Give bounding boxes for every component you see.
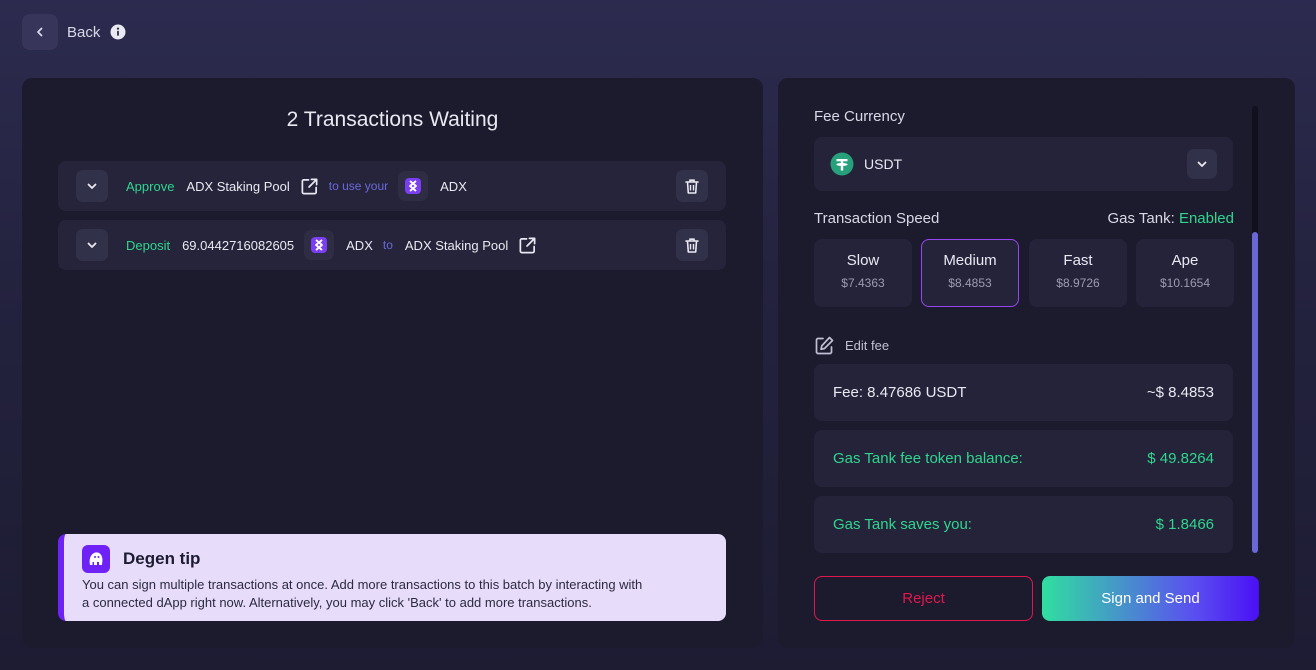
expand-button[interactable]	[76, 170, 108, 202]
chevron-left-icon	[37, 27, 43, 37]
gas-tank-enabled: Enabled	[1178, 210, 1234, 227]
gorilla-icon	[82, 545, 110, 573]
edit-icon	[815, 336, 834, 355]
delete-transaction-button[interactable]	[676, 170, 708, 202]
speed-value: $10.1654	[1159, 276, 1211, 290]
tip-title: Degen tip	[123, 549, 201, 568]
dropdown-button[interactable]	[1187, 149, 1217, 179]
transactions-panel: 2 Transactions Waiting Approve ADX Staki…	[22, 78, 763, 648]
back-button[interactable]	[22, 14, 58, 50]
external-link-icon[interactable]	[518, 236, 537, 255]
expand-button[interactable]	[76, 229, 108, 261]
speed-value: $8.9726	[1056, 276, 1100, 290]
gas-tank-status: Gas Tank: Enabled	[1108, 210, 1235, 227]
edit-fee-button[interactable]: Edit fee	[814, 335, 889, 356]
speed-name: Medium	[943, 252, 997, 269]
fee-label: Fee: 8.47686 USDT	[833, 384, 967, 401]
tx-target-label: ADX Staking Pool	[404, 237, 509, 253]
transaction-row-deposit: Deposit 69.0442716082605 ADX to ADX Stak…	[58, 220, 726, 270]
tx-target-label: ADX Staking Pool	[186, 178, 290, 194]
speed-name: Fast	[1063, 252, 1093, 269]
back-label[interactable]: Back	[67, 24, 100, 41]
delete-transaction-button[interactable]	[676, 229, 708, 261]
fee-value: ~$ 8.4853	[1146, 384, 1214, 401]
tx-action-label: Approve	[126, 178, 175, 194]
speed-name: Slow	[846, 252, 880, 269]
trash-icon	[685, 178, 699, 194]
gas-tank-balance: Gas Tank fee token balance: $ 49.8264	[814, 430, 1233, 487]
tx-action-label: Deposit	[126, 237, 171, 253]
edit-fee-label: Edit fee	[845, 338, 890, 353]
speed-option-medium[interactable]: Medium $8.4853	[921, 239, 1019, 307]
sign-and-send-button[interactable]: Sign and Send	[1042, 576, 1259, 621]
tx-token-label: ADX	[440, 178, 467, 194]
tx-connector-label: to	[382, 238, 393, 252]
chevron-down-icon	[87, 242, 97, 248]
reject-button[interactable]: Reject	[814, 576, 1033, 621]
speed-value: $8.4853	[948, 276, 992, 290]
transaction-row-approve: Approve ADX Staking Pool to use your ADX	[58, 161, 726, 211]
gas-tank-label: Gas Tank:	[1107, 210, 1175, 227]
gas-saves-value: $ 1.8466	[1155, 516, 1214, 533]
scrollbar-thumb[interactable]	[1252, 232, 1258, 553]
info-icon[interactable]	[110, 24, 126, 40]
speed-value: $7.4363	[841, 276, 885, 290]
gas-balance-label: Gas Tank fee token balance:	[833, 450, 1023, 467]
tx-connector-label: to use your	[328, 179, 389, 193]
chevron-down-icon	[1197, 161, 1207, 167]
gas-balance-value: $ 49.8264	[1147, 450, 1214, 467]
trash-icon	[685, 237, 699, 253]
fee-currency-label: Fee Currency	[814, 108, 905, 125]
page-title: 2 Transactions Waiting	[286, 108, 499, 131]
fee-currency-value: USDT	[864, 156, 903, 172]
tx-amount-label: 69.0442716082605	[182, 237, 295, 253]
fee-summary: Fee: 8.47686 USDT ~$ 8.4853	[814, 364, 1233, 421]
speed-option-slow[interactable]: Slow $7.4363	[814, 239, 912, 307]
chevron-down-icon	[87, 183, 97, 189]
tip-body: You can sign multiple transactions at on…	[82, 576, 710, 612]
usdt-token-icon	[830, 152, 854, 176]
tip-line: a connected dApp right now. Alternativel…	[82, 595, 592, 610]
tip-line: You can sign multiple transactions at on…	[82, 577, 643, 592]
gas-saves-label: Gas Tank saves you:	[833, 516, 972, 533]
scrollbar[interactable]	[1252, 106, 1258, 553]
top-bar: Back	[22, 14, 126, 50]
speed-option-fast[interactable]: Fast $8.9726	[1029, 239, 1127, 307]
transaction-speed-label: Transaction Speed	[814, 210, 940, 227]
speed-option-ape[interactable]: Ape $10.1654	[1136, 239, 1234, 307]
fee-panel: Fee Currency USDT Transaction Speed Gas …	[778, 78, 1295, 648]
external-link-icon[interactable]	[300, 177, 319, 196]
adx-token-icon	[398, 171, 429, 201]
gas-tank-savings: Gas Tank saves you: $ 1.8466	[814, 496, 1233, 553]
tx-token-label: ADX	[346, 237, 373, 253]
speed-name: Ape	[1171, 252, 1199, 269]
degen-tip-banner: Degen tip You can sign multiple transact…	[58, 534, 726, 621]
adx-token-icon	[304, 230, 335, 260]
fee-currency-select[interactable]: USDT	[814, 137, 1233, 191]
